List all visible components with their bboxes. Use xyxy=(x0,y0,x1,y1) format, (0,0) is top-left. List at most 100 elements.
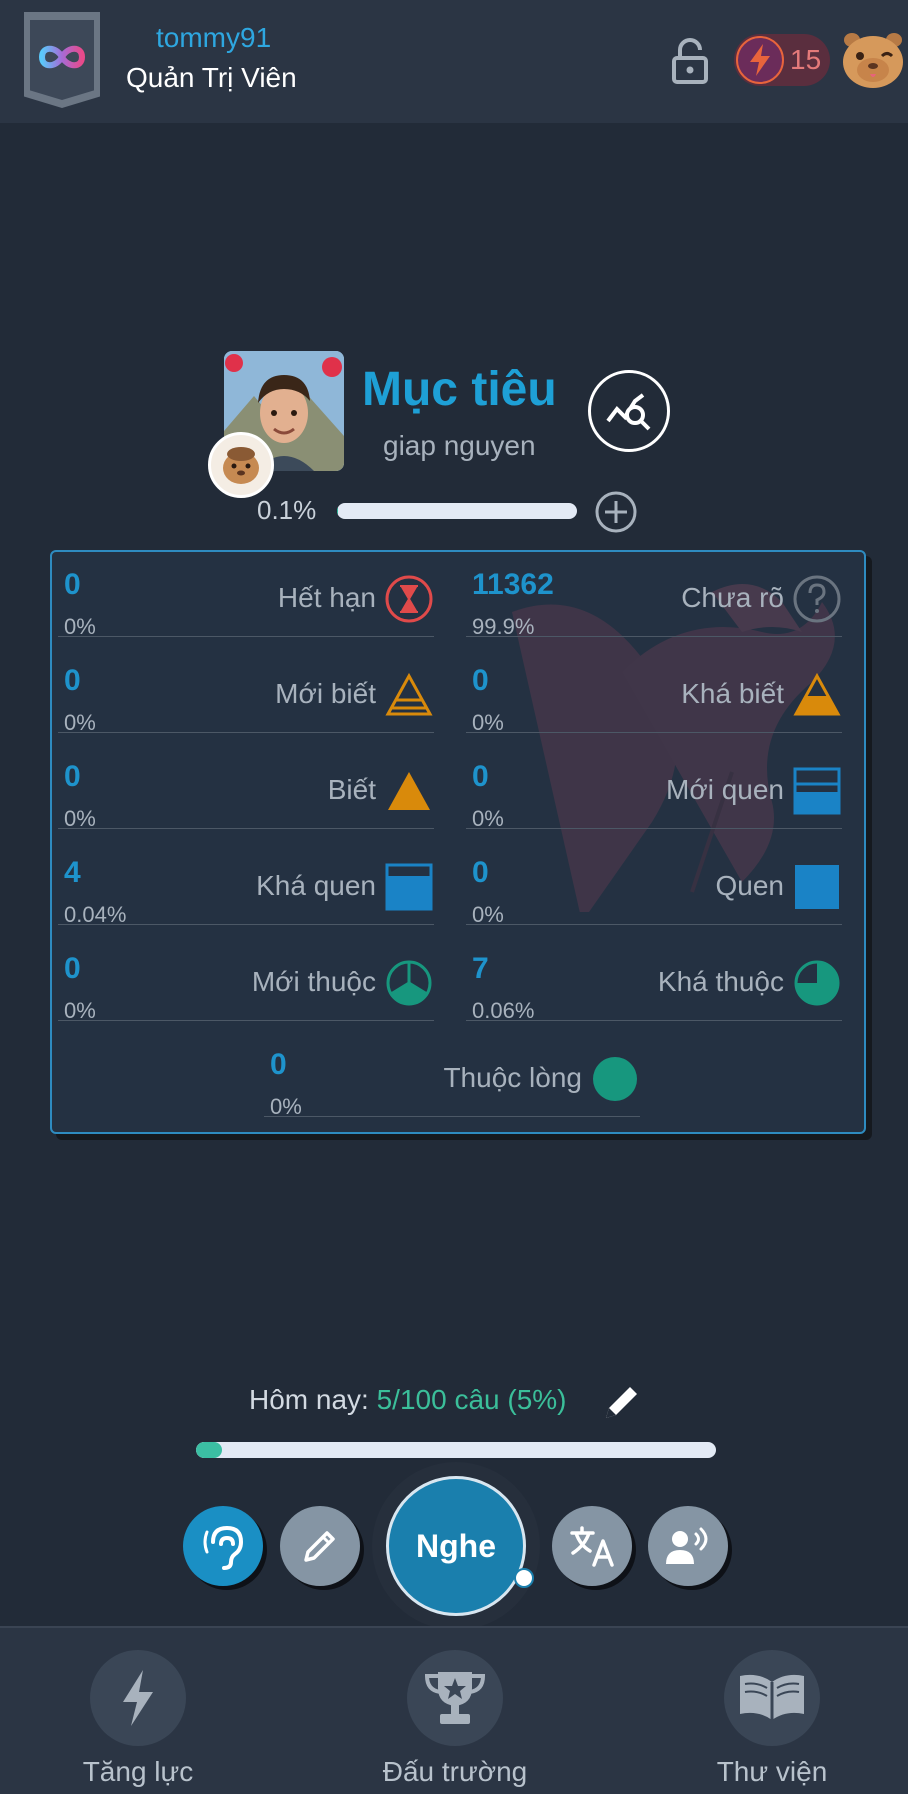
book-icon xyxy=(724,1650,820,1746)
stat-percent: 99.9% xyxy=(472,614,534,640)
square-full-icon xyxy=(792,862,842,912)
capybara-badge-icon xyxy=(208,432,274,498)
stat-label: Mới quen xyxy=(666,774,784,806)
stat-count: 0 xyxy=(472,664,489,698)
pencil-icon xyxy=(300,1526,340,1566)
lightning-icon xyxy=(736,36,784,84)
circle-half-icon xyxy=(792,958,842,1008)
nav-label: Đấu trường xyxy=(355,1756,555,1788)
write-button[interactable] xyxy=(280,1506,360,1586)
triangle-full-icon xyxy=(384,766,434,816)
stat-count: 0 xyxy=(472,856,489,890)
circle-outline-icon xyxy=(384,958,434,1008)
stat-count: 0 xyxy=(64,664,81,698)
bolt-icon xyxy=(90,1650,186,1746)
stat-label: Khá quen xyxy=(256,870,376,902)
energy-badge[interactable]: 15 xyxy=(734,34,830,86)
user-role: Quản Trị Viên xyxy=(126,62,297,94)
stat-known[interactable]: 0 0% Biết xyxy=(58,744,434,829)
stat-label: Hết hạn xyxy=(278,582,376,614)
today-value: 5/100 câu (5%) xyxy=(377,1384,567,1415)
listen-main-button[interactable]: Nghe xyxy=(386,1476,526,1616)
today-progress-text: Hôm nay: 5/100 câu (5%) xyxy=(249,1384,567,1416)
capybara-mascot-icon[interactable] xyxy=(840,26,906,90)
goal-title: Mục tiêu xyxy=(362,362,557,417)
stat-unknown[interactable]: 11362 99.9% Chưa rõ xyxy=(466,552,842,637)
stat-percent: 0% xyxy=(472,710,504,736)
stat-percent: 0% xyxy=(472,902,504,928)
stats-search-button[interactable] xyxy=(588,370,670,452)
stat-mastered[interactable]: 0 0% Thuộc lòng xyxy=(264,1032,640,1117)
stat-label: Quen xyxy=(716,870,785,902)
stat-fairly-known[interactable]: 0 0% Khá biết xyxy=(466,648,842,733)
stat-count: 0 xyxy=(64,760,81,794)
circle-full-icon xyxy=(590,1054,640,1104)
translate-icon xyxy=(569,1525,615,1567)
goal-progress-bar xyxy=(337,503,577,519)
rank-badge[interactable] xyxy=(24,12,100,108)
stat-label: Biết xyxy=(328,774,376,806)
stat-label: Khá biết xyxy=(681,678,784,710)
top-bar: tommy91 Quản Trị Viên 15 xyxy=(0,0,908,123)
stat-newly-known[interactable]: 0 0% Mới biết xyxy=(58,648,434,733)
stat-fairly-familiar[interactable]: 4 0.04% Khá quen xyxy=(58,840,434,925)
energy-count: 15 xyxy=(790,44,821,76)
stat-percent: 0% xyxy=(64,806,96,832)
stat-count: 0 xyxy=(64,952,81,986)
question-icon xyxy=(792,574,842,624)
chart-search-icon xyxy=(605,391,653,431)
triangle-outline-icon xyxy=(384,670,434,720)
username[interactable]: tommy91 xyxy=(156,22,271,54)
stat-fairly-memorized[interactable]: 7 0.06% Khá thuộc xyxy=(466,936,842,1021)
square-outline-icon xyxy=(792,766,842,816)
lock-icon[interactable] xyxy=(668,36,712,84)
triangle-half-icon xyxy=(792,670,842,720)
add-goal-button[interactable] xyxy=(594,490,638,534)
trophy-icon xyxy=(407,1650,503,1746)
stat-label: Thuộc lòng xyxy=(443,1062,582,1094)
stat-percent: 0% xyxy=(64,614,96,640)
stat-label: Chưa rõ xyxy=(681,582,784,614)
goal-owner-name: giap nguyen xyxy=(383,430,536,462)
translate-button[interactable] xyxy=(552,1506,632,1586)
main-button-indicator xyxy=(514,1568,534,1588)
nav-label: Tăng lực xyxy=(38,1756,238,1788)
stat-newly-memorized[interactable]: 0 0% Mới thuộc xyxy=(58,936,434,1021)
goal-progress-label: 0.1% xyxy=(257,495,316,526)
today-progress-bar xyxy=(196,1442,716,1458)
listen-ear-button[interactable] xyxy=(183,1506,263,1586)
square-half-icon xyxy=(384,862,434,912)
today-progress-fill xyxy=(196,1442,222,1458)
stat-percent: 0% xyxy=(64,710,96,736)
stat-count: 0 xyxy=(64,568,81,602)
stat-newly-familiar[interactable]: 0 0% Mới quen xyxy=(466,744,842,829)
stat-label: Khá thuộc xyxy=(658,966,784,998)
stat-label: Mới biết xyxy=(275,678,376,710)
nav-item-arena[interactable]: Đấu trường xyxy=(355,1650,555,1788)
nav-item-library[interactable]: Thư viện xyxy=(672,1650,872,1788)
stat-familiar[interactable]: 0 0% Quen xyxy=(466,840,842,925)
stat-percent: 0.06% xyxy=(472,998,534,1024)
speaking-person-icon xyxy=(664,1526,712,1566)
stat-label: Mới thuộc xyxy=(252,966,376,998)
stat-percent: 0% xyxy=(64,998,96,1024)
ear-icon xyxy=(201,1522,245,1570)
stat-count: 11362 xyxy=(472,568,554,602)
stat-expired[interactable]: 0 0% Hết hạn xyxy=(58,552,434,637)
infinity-icon xyxy=(36,42,88,72)
today-prefix: Hôm nay: xyxy=(249,1384,369,1415)
stats-panel: 0 0% Hết hạn 11362 99.9% Chưa rõ 0 0% Mớ… xyxy=(50,550,866,1134)
stat-percent: 0% xyxy=(472,806,504,832)
hourglass-icon xyxy=(384,574,434,624)
stat-count: 4 xyxy=(64,856,81,890)
stat-count: 7 xyxy=(472,952,489,986)
nav-item-boost[interactable]: Tăng lực xyxy=(38,1650,238,1788)
stat-count: 0 xyxy=(472,760,489,794)
stat-count: 0 xyxy=(270,1048,287,1082)
bottom-navigation: Tăng lực Đấu trường Thư viện xyxy=(0,1626,908,1794)
edit-pencil-icon[interactable] xyxy=(600,1380,644,1424)
nav-label: Thư viện xyxy=(672,1756,872,1788)
speak-button[interactable] xyxy=(648,1506,728,1586)
stat-percent: 0% xyxy=(270,1094,302,1120)
stat-percent: 0.04% xyxy=(64,902,126,928)
